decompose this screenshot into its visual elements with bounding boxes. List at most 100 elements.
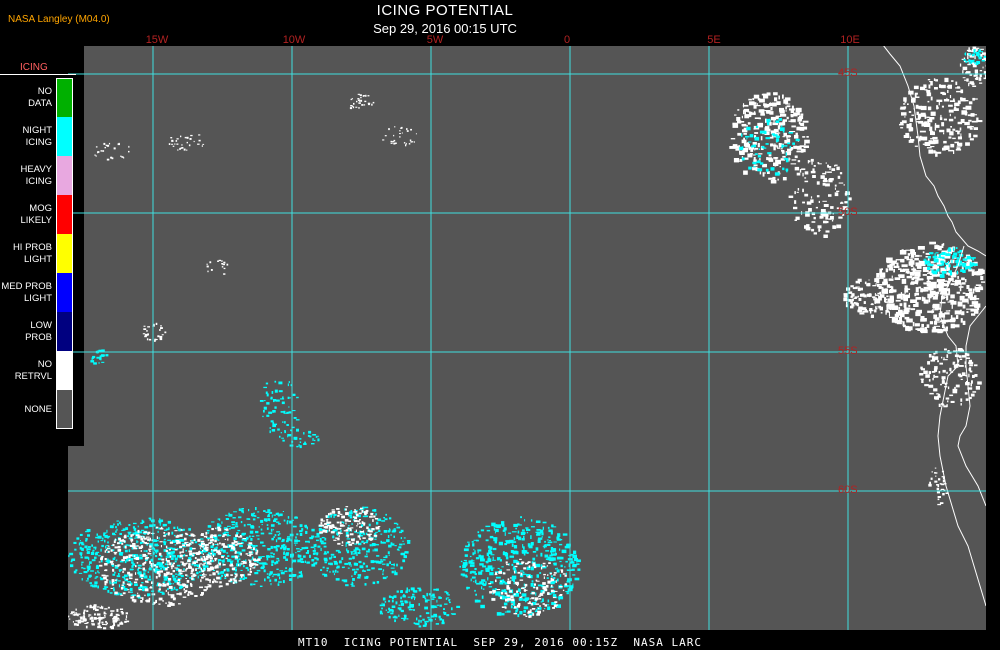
cloud-pixel [964, 392, 968, 395]
cloud-pixel [338, 560, 341, 564]
cloud-pixel [138, 589, 142, 591]
cloud-pixel [732, 145, 739, 149]
cloud-pixel [945, 326, 948, 329]
cloud-pixel [953, 150, 955, 154]
cloud-pixel [944, 77, 949, 83]
cloud-pixel [189, 552, 193, 556]
cloud-pixel [254, 515, 257, 517]
cloud-pixel [927, 361, 930, 365]
cloud-pixel [471, 576, 476, 579]
cloud-pixel [278, 581, 282, 583]
cloud-pixel [204, 574, 207, 576]
cloud-pixel [969, 263, 975, 267]
cloud-pixel [360, 567, 364, 568]
cloud-pixel [799, 169, 802, 173]
cloud-pixel [811, 221, 816, 223]
cloud-pixel [789, 108, 795, 111]
cloud-pixel [537, 608, 540, 610]
legend-entry: MOG LIKELY [0, 195, 76, 234]
cloud-pixel [509, 580, 512, 582]
cloud-pixel [756, 103, 758, 106]
cloud-pixel [206, 535, 207, 538]
cloud-pixel [103, 576, 107, 580]
cloud-pixel [450, 613, 453, 615]
cloud-pixel [329, 571, 331, 573]
cloud-pixel [431, 598, 435, 600]
cloud-pixel [165, 556, 170, 558]
cloud-pixel [782, 119, 787, 122]
cloud-pixel [399, 543, 403, 546]
cloud-pixel [104, 147, 106, 149]
cloud-pixel [791, 125, 796, 128]
cloud-pixel [748, 141, 752, 143]
cloud-pixel [524, 583, 528, 587]
cloud-pixel [436, 588, 439, 591]
cloud-pixel [792, 142, 795, 145]
legend-label: NONE [24, 403, 52, 415]
cloud-pixel [167, 591, 169, 595]
cloud-pixel [922, 251, 925, 254]
cloud-pixel [515, 527, 517, 530]
cloud-pixel [571, 585, 574, 589]
cloud-pixel [886, 261, 894, 264]
cloud-pixel [175, 576, 178, 578]
cloud-pixel [761, 113, 765, 116]
cloud-pixel [514, 570, 516, 574]
cloud-pixel [534, 583, 536, 586]
cloud-pixel [71, 558, 76, 561]
cloud-pixel [354, 571, 358, 574]
cloud-pixel [399, 136, 401, 138]
cloud-pixel [107, 550, 110, 553]
cloud-pixel [231, 567, 235, 571]
cloud-pixel [364, 506, 369, 509]
cloud-pixel [910, 308, 916, 311]
cloud-pixel [783, 157, 788, 160]
cloud-pixel [956, 257, 960, 260]
cloud-pixel [286, 424, 289, 426]
cloud-pixel [99, 355, 102, 358]
cloud-pixel [276, 560, 279, 564]
cloud-pixel [541, 535, 543, 538]
cloud-pixel [95, 146, 98, 148]
cloud-pixel [192, 561, 196, 565]
cloud-pixel [328, 562, 332, 564]
cloud-pixel [280, 432, 282, 434]
cloud-pixel [374, 518, 379, 520]
cloud-pixel [284, 421, 286, 424]
cloud-pixel [737, 109, 740, 111]
cloud-pixel [172, 562, 175, 565]
cloud-pixel [119, 532, 122, 535]
cloud-pixel [105, 548, 108, 551]
cloud-pixel [508, 532, 512, 534]
cloud-pixel [830, 206, 834, 209]
cloud-pixel [131, 598, 135, 602]
cloud-pixel [118, 537, 121, 541]
cloud-pixel [114, 579, 117, 581]
cloud-pixel [937, 106, 939, 109]
cloud-pixel [904, 116, 906, 118]
cloud-pixel [957, 301, 963, 307]
cloud-pixel [765, 168, 769, 172]
cloud-pixel [523, 589, 526, 592]
cloud-pixel [822, 200, 827, 202]
cloud-pixel [349, 533, 354, 536]
cloud-pixel [240, 521, 243, 524]
cloud-pixel [90, 582, 92, 584]
icing-map[interactable] [68, 46, 986, 630]
cloud-pixel [95, 155, 97, 157]
cloud-pixel [909, 118, 913, 122]
cloud-pixel [208, 542, 212, 544]
cloud-pixel [771, 102, 777, 107]
cloud-pixel [931, 269, 934, 274]
cloud-pixel [260, 528, 263, 531]
cloud-pixel [283, 556, 287, 559]
cloud-pixel [85, 540, 88, 542]
cloud-pixel [544, 554, 549, 558]
cloud-pixel [382, 573, 384, 576]
cloud-pixel [817, 225, 822, 229]
cloud-pixel [833, 225, 837, 229]
cloud-pixel [305, 540, 309, 543]
cloud-pixel [480, 604, 485, 609]
cloud-pixel [557, 533, 561, 537]
cloud-pixel [355, 106, 358, 108]
